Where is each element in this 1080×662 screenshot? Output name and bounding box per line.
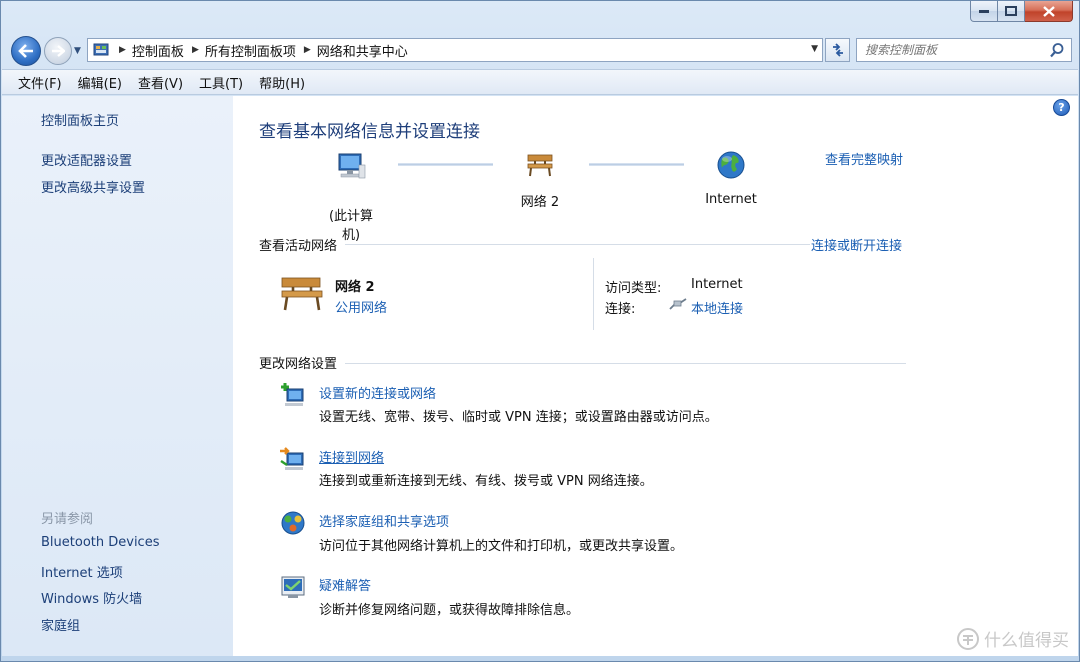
new-connection-icon — [281, 383, 304, 406]
back-arrow-icon — [18, 44, 33, 58]
crumb-separator[interactable]: ▶ — [119, 45, 126, 55]
connection-line — [398, 163, 493, 166]
active-networks-heading: 查看活动网络 — [259, 239, 338, 254]
access-type-value: Internet — [691, 277, 743, 292]
troubleshoot-desc: 诊断并修复网络问题，或获得故障排除信息。 — [319, 603, 580, 618]
breadcrumb-network-center[interactable]: 网络和共享中心 — [317, 41, 408, 60]
sidebar-homegroup[interactable]: 家庭组 — [41, 615, 80, 634]
setup-new-connection-desc: 设置无线、宽带、拨号、临时或 VPN 连接；或设置路由器或访问点。 — [319, 410, 718, 425]
computer-icon — [338, 153, 366, 179]
setup-new-connection-link[interactable]: 设置新的连接或网络 — [319, 383, 436, 402]
menu-tools[interactable]: 工具(T) — [191, 73, 251, 92]
connect-disconnect-link[interactable]: 连接或断开连接 — [811, 235, 902, 254]
network-type-link[interactable]: 公用网络 — [335, 297, 387, 316]
menu-help[interactable]: 帮助(H) — [251, 73, 313, 92]
homegroup-icon — [281, 511, 305, 535]
sidebar-bluetooth-devices[interactable]: Bluetooth Devices — [41, 535, 159, 550]
crumb-separator[interactable]: ▶ — [304, 45, 311, 55]
main-content-pane: ? 查看基本网络信息并设置连接 (此计算机) 网络 2 Internet 查看完… — [233, 96, 1078, 656]
see-also-heading: 另请参阅 — [41, 512, 94, 527]
connect-to-network-desc: 连接到或重新连接到无线、有线、拨号或 VPN 网络连接。 — [319, 474, 653, 489]
access-type-label: 访问类型: — [605, 281, 662, 296]
search-box[interactable] — [856, 38, 1072, 62]
network-node[interactable]: 网络 2 — [509, 151, 571, 210]
local-connection-link[interactable]: 本地连接 — [691, 298, 743, 317]
homegroup-sharing-link[interactable]: 选择家庭组和共享选项 — [319, 511, 449, 530]
homegroup-sharing-desc: 访问位于其他网络计算机上的文件和打印机，或更改共享设置。 — [319, 539, 684, 554]
section-divider — [345, 244, 810, 245]
connections-label: 连接: — [605, 302, 636, 317]
watermark: 什么值得买 — [956, 626, 1069, 651]
connect-to-network-link[interactable]: 连接到网络 — [319, 447, 384, 466]
close-icon — [1042, 5, 1055, 17]
watermark-logo-icon — [957, 627, 979, 650]
control-panel-icon — [91, 40, 111, 60]
caption-buttons — [970, 1, 1073, 22]
address-bar[interactable]: ▶ 控制面板 ▶ 所有控制面板项 ▶ 网络和共享中心 ▼ — [87, 38, 823, 62]
search-input[interactable] — [865, 43, 1045, 57]
minimize-button[interactable] — [970, 1, 998, 22]
globe-icon — [717, 151, 745, 179]
breadcrumb-all-items[interactable]: 所有控制面板项 — [205, 41, 296, 60]
connection-line — [589, 163, 684, 166]
change-settings-heading: 更改网络设置 — [259, 357, 338, 372]
crumb-separator[interactable]: ▶ — [192, 45, 199, 55]
public-network-bench-icon — [281, 277, 323, 311]
help-icon: ? — [1058, 101, 1065, 114]
maximize-icon — [1005, 6, 1017, 16]
bench-icon — [527, 154, 553, 177]
recent-pages-dropdown[interactable]: ▼ — [74, 46, 81, 56]
ethernet-icon — [669, 298, 687, 310]
view-full-map-link[interactable]: 查看完整映射 — [825, 149, 903, 168]
minimize-icon — [979, 10, 989, 13]
page-title: 查看基本网络信息并设置连接 — [259, 122, 480, 142]
forward-button[interactable] — [44, 37, 72, 65]
menu-edit[interactable]: 编辑(E) — [70, 73, 130, 92]
section-divider — [345, 363, 906, 364]
help-button[interactable]: ? — [1053, 99, 1070, 116]
network-label: 网络 2 — [520, 195, 560, 210]
menu-file[interactable]: 文件(F) — [10, 73, 70, 92]
menu-bar: 文件(F) 编辑(E) 查看(V) 工具(T) 帮助(H) — [2, 69, 1078, 95]
window-frame: ▼ ▶ 控制面板 ▶ 所有控制面板项 ▶ 网络和共享中心 ▼ 搜索控制面板 文件… — [0, 0, 1080, 662]
sidebar-change-advanced-sharing[interactable]: 更改高级共享设置 — [41, 177, 145, 196]
internet-node[interactable]: Internet — [695, 150, 767, 207]
connect-to-network-icon — [280, 447, 304, 470]
address-dropdown[interactable]: ▼ — [811, 44, 818, 54]
sidebar-control-panel-home[interactable]: 控制面板主页 — [41, 110, 119, 129]
active-network-name: 网络 2 — [335, 280, 375, 295]
refresh-button[interactable] — [825, 38, 850, 62]
close-button[interactable] — [1025, 1, 1073, 22]
troubleshoot-icon — [281, 576, 305, 598]
sidebar-change-adapter-settings[interactable]: 更改适配器设置 — [41, 150, 132, 169]
sidebar-windows-firewall[interactable]: Windows 防火墙 — [41, 588, 142, 607]
breadcrumb-control-panel[interactable]: 控制面板 — [132, 41, 184, 60]
internet-label: Internet — [705, 192, 757, 207]
search-icon[interactable] — [1049, 42, 1065, 58]
menu-view[interactable]: 查看(V) — [130, 73, 191, 92]
forward-arrow-icon — [52, 45, 65, 57]
this-computer-node[interactable]: (此计算机) — [321, 151, 381, 243]
vertical-divider — [593, 258, 594, 330]
refresh-icon — [832, 43, 843, 57]
back-button[interactable] — [11, 36, 41, 66]
maximize-button[interactable] — [998, 1, 1025, 22]
watermark-text: 什么值得买 — [984, 631, 1069, 651]
left-navigation-pane: 控制面板主页 更改适配器设置 更改高级共享设置 另请参阅 Bluetooth D… — [2, 96, 233, 656]
troubleshoot-link[interactable]: 疑难解答 — [319, 575, 371, 594]
sidebar-internet-options[interactable]: Internet 选项 — [41, 562, 123, 581]
